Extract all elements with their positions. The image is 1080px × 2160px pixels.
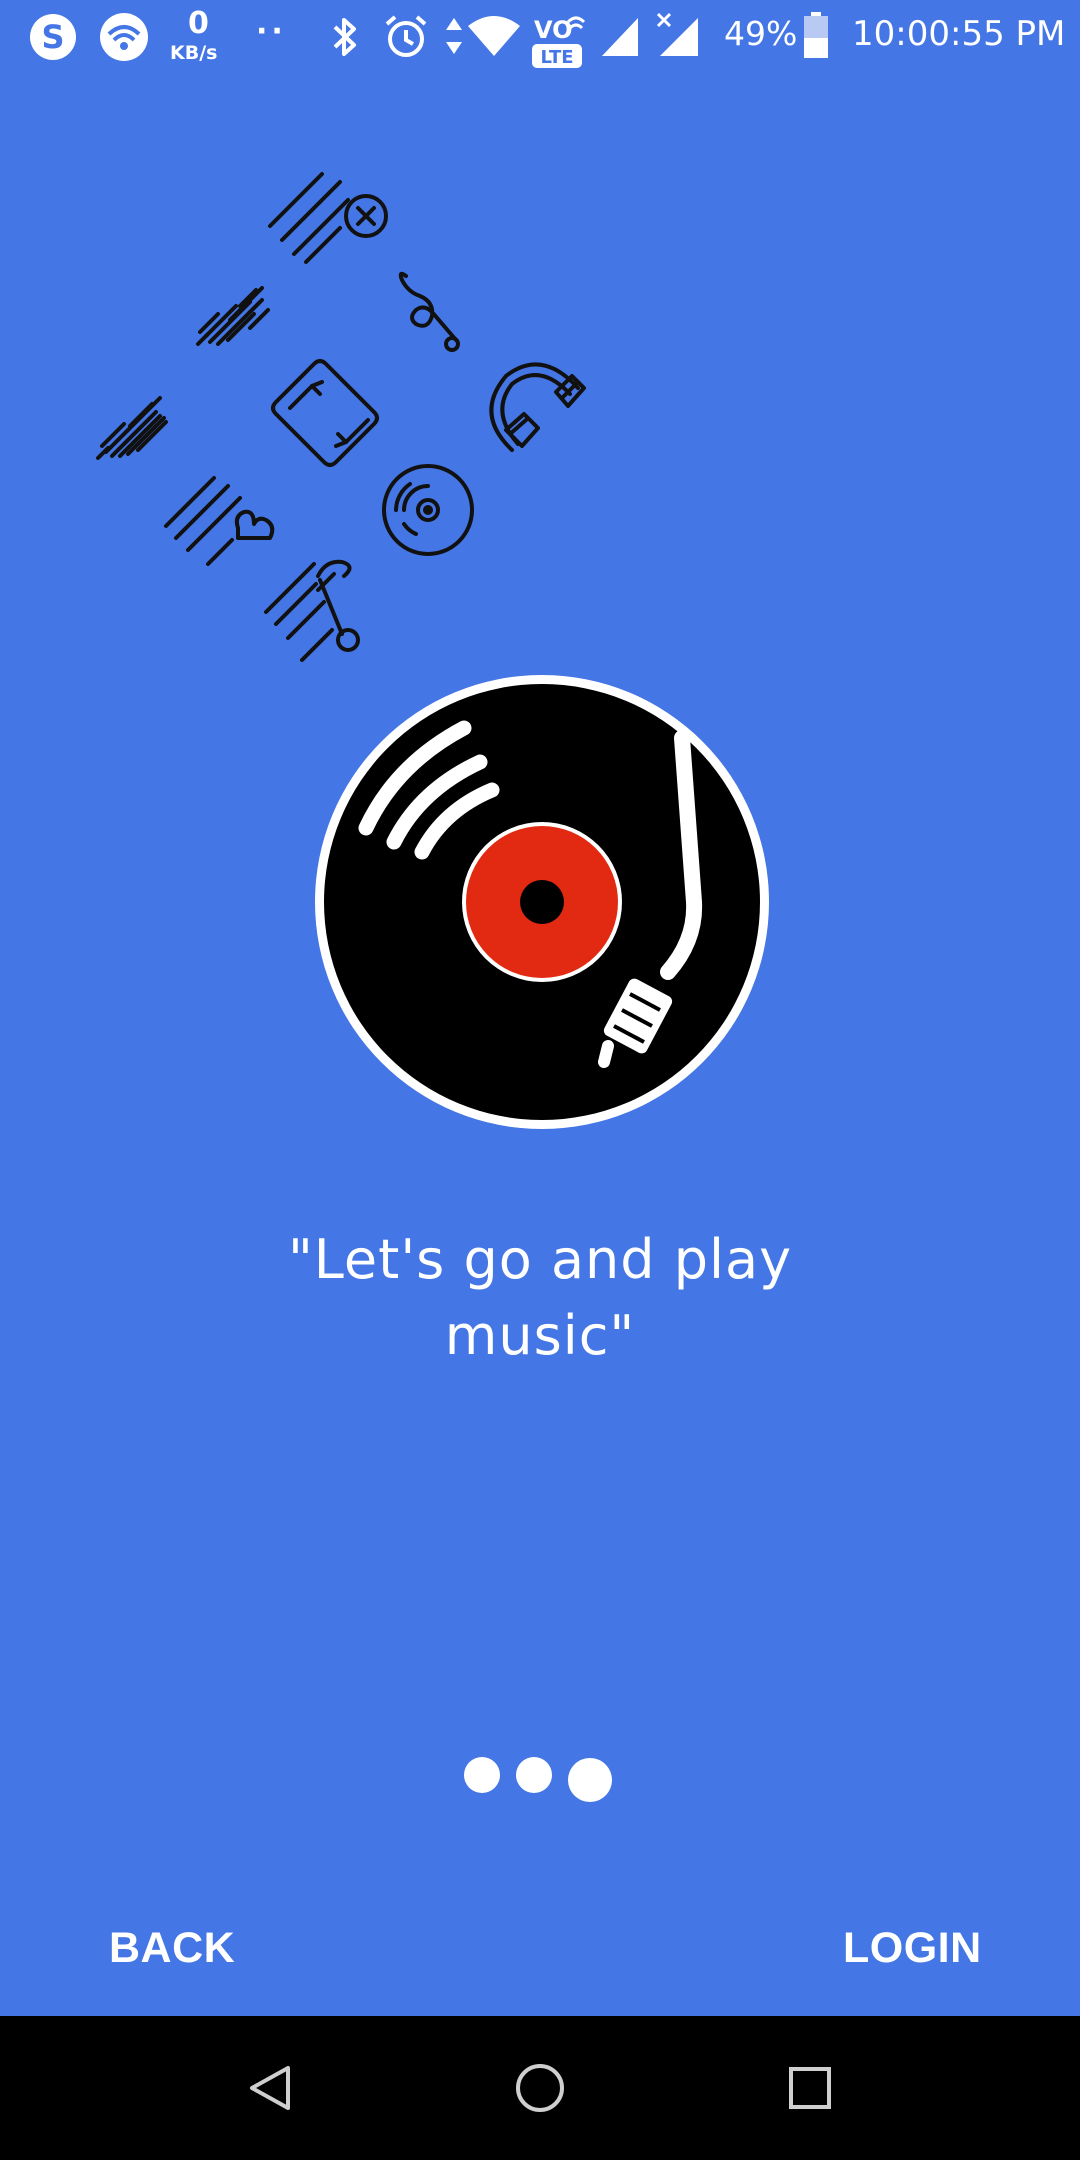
repeat-icon — [270, 358, 390, 478]
data-arrows-icon — [444, 16, 464, 56]
network-speed-unit: KB/s — [170, 42, 218, 64]
wifi-hotspot-icon — [98, 12, 150, 62]
status-bar: S 0 KB/s ·· VO LTE 49% 10:00:55 PM — [0, 0, 1080, 72]
home-circle-icon[interactable] — [514, 2062, 566, 2118]
svg-text:LTE: LTE — [540, 47, 573, 68]
signal-icon — [600, 16, 640, 58]
wifi-icon — [466, 14, 522, 58]
battery-percent: 49% — [724, 14, 798, 53]
sound-wave-icon — [94, 384, 178, 464]
svg-text:VO: VO — [534, 16, 573, 44]
signal-no-service-icon — [656, 12, 700, 58]
vinyl-turntable-icon — [312, 672, 772, 1132]
clock: 10:00:55 PM — [852, 14, 1066, 54]
bluetooth-icon — [330, 16, 360, 58]
onboarding-quote: "Let's go and play music" — [287, 1228, 793, 1367]
login-button[interactable]: LOGIN — [843, 1924, 982, 1973]
back-triangle-icon[interactable] — [248, 2064, 292, 2116]
recents-square-icon[interactable] — [788, 2066, 832, 2114]
page-dot-1[interactable] — [464, 1757, 500, 1793]
treble-clef-icon — [394, 266, 466, 358]
volte-icon: VO LTE — [530, 8, 586, 70]
playlist-music-icon — [262, 556, 372, 666]
svg-text:S: S — [41, 18, 64, 56]
headphones-icon — [482, 358, 586, 462]
page-dot-3-active[interactable] — [568, 1758, 612, 1802]
system-navigation-bar — [0, 2016, 1080, 2160]
battery-icon — [802, 12, 830, 60]
cd-disc-icon — [380, 462, 476, 558]
alarm-icon — [383, 14, 429, 60]
onboarding-screen: S 0 KB/s ·· VO LTE 49% 10:00:55 PM "Let'… — [0, 0, 1080, 2160]
back-button[interactable]: BACK — [109, 1924, 235, 1973]
notification-dots: ·· — [256, 14, 287, 49]
playlist-remove-icon — [266, 170, 392, 266]
audio-wave-icon — [190, 270, 274, 358]
skype-icon: S — [28, 12, 78, 62]
page-dot-2[interactable] — [516, 1757, 552, 1793]
network-speed-value: 0 — [188, 6, 209, 41]
